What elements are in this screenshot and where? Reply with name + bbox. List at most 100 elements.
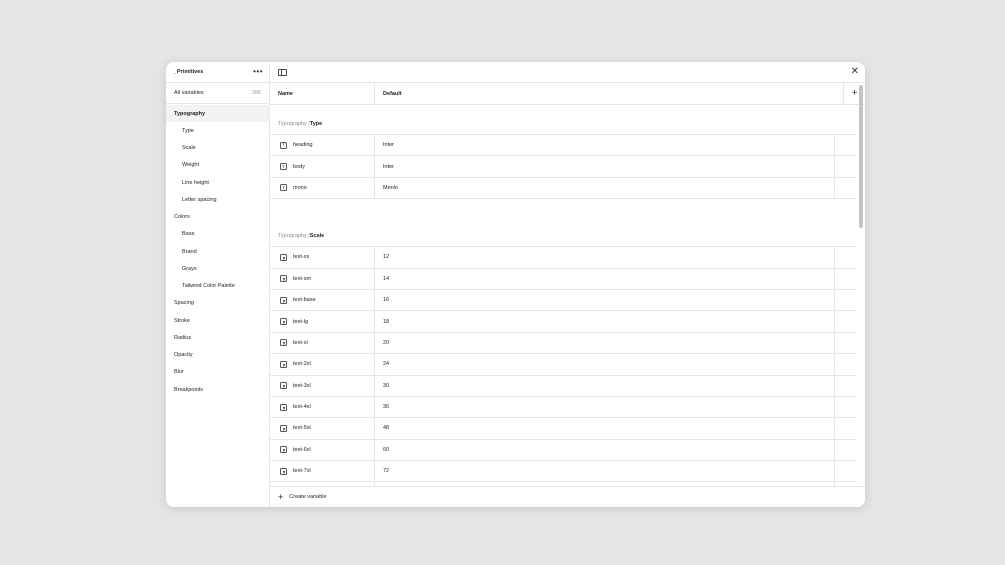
variable-row[interactable]: Theading Inter — [270, 135, 856, 157]
row-extra-cell — [835, 376, 856, 396]
variable-value-cell[interactable]: 18 — [375, 311, 835, 332]
variable-name-cell[interactable]: text-xs — [270, 247, 375, 268]
variables-modal: _Primitives ••• All variables 396 Typogr… — [166, 62, 865, 507]
plus-icon: + — [278, 491, 284, 502]
number-variable-icon — [280, 403, 287, 411]
variable-value-cell[interactable]: Menlo — [375, 177, 835, 199]
sidebar-toggle-icon[interactable] — [278, 68, 287, 76]
variable-name: text-xl — [293, 339, 308, 346]
sidebar-item-weight[interactable]: Weight — [166, 157, 269, 174]
group-heading: Typography / Type — [270, 105, 856, 135]
text-variable-icon: T — [280, 184, 287, 192]
variable-value-cell[interactable]: 16 — [375, 289, 835, 311]
row-extra-cell — [835, 311, 856, 331]
sidebar-item-stroke[interactable]: Stroke — [166, 312, 269, 329]
variable-row[interactable]: text-3xl 30 — [270, 375, 856, 397]
sidebar-item-colors[interactable]: Colors — [166, 209, 269, 226]
variable-value-cell[interactable]: 72 — [375, 461, 835, 482]
variable-name-cell[interactable]: text-xl — [270, 332, 375, 354]
create-variable-label: Create variable — [289, 494, 327, 500]
variable-name-cell[interactable]: text-2xl — [270, 354, 375, 375]
variable-name-cell[interactable]: text-7xl — [270, 461, 375, 482]
variable-name-cell[interactable]: Tmono — [270, 177, 375, 199]
sidebar-item-typography[interactable]: Typography — [166, 105, 269, 123]
variable-name: text-lg — [293, 318, 308, 325]
variable-name: text-2xl — [293, 361, 311, 368]
row-extra-cell — [835, 333, 856, 353]
variable-name: text-xs — [293, 254, 310, 261]
variable-value-cell[interactable]: 30 — [375, 375, 835, 396]
variable-name: mono — [293, 184, 307, 191]
sidebar-item-blur[interactable]: Blur — [166, 364, 269, 381]
variable-value-cell[interactable]: 12 — [375, 247, 835, 268]
variable-name-cell[interactable]: text-4xl — [270, 396, 375, 418]
variable-name: text-sm — [293, 275, 312, 282]
variable-row[interactable]: text-5xl 48 — [270, 418, 856, 440]
variable-row[interactable]: text-lg 18 — [270, 311, 856, 333]
sidebar-item-radius[interactable]: Radius — [166, 329, 269, 346]
sidebar-header: _Primitives ••• — [166, 62, 269, 83]
variable-row[interactable]: text-xs 12 — [270, 247, 856, 269]
collection-title: _Primitives — [174, 69, 204, 75]
text-variable-icon: T — [280, 141, 287, 149]
variable-name-cell[interactable]: text-lg — [270, 311, 375, 332]
variable-row[interactable]: text-sm 14 — [270, 268, 856, 290]
variable-row[interactable]: text-6xl 60 — [270, 439, 856, 462]
more-options-icon[interactable]: ••• — [251, 68, 265, 76]
sidebar-item-breakpoints[interactable]: Breakpoints — [166, 381, 269, 398]
variable-name-cell[interactable]: Theading — [270, 135, 375, 156]
variable-value-cell[interactable]: 14 — [375, 268, 835, 289]
group-path: Typography / — [278, 233, 310, 240]
variable-name-cell[interactable]: text-6xl — [270, 439, 375, 461]
group-list: Typography Type Scale Weight Line height Lett… — [166, 104, 269, 398]
variable-name-cell[interactable]: text-5xl — [270, 418, 375, 439]
collections-sidebar: _Primitives ••• All variables 396 Typogr… — [166, 62, 270, 507]
variable-row[interactable]: text-2xl 24 — [270, 354, 856, 376]
sidebar-item-scale[interactable]: Scale — [166, 140, 269, 157]
variable-row[interactable]: Tmono Menlo — [270, 177, 856, 200]
variable-name-cell[interactable]: text-3xl — [270, 375, 375, 396]
variable-value-cell[interactable]: Inter — [375, 135, 835, 156]
sidebar-item-grays[interactable]: Grays — [166, 260, 269, 277]
sidebar-item-spacing[interactable]: Spacing — [166, 295, 269, 312]
variable-row[interactable]: text-7xl 72 — [270, 461, 856, 483]
variable-name-cell[interactable]: text-sm — [270, 268, 375, 289]
row-extra-cell — [835, 440, 856, 460]
sidebar-item-line-height[interactable]: Line height — [166, 174, 269, 191]
sidebar-item-type[interactable]: Type — [166, 122, 269, 139]
variable-value-cell[interactable]: Inter — [375, 156, 835, 177]
variable-name-cell[interactable]: Tbody — [270, 156, 375, 177]
all-variables-item[interactable]: All variables 396 — [166, 83, 269, 104]
row-extra-cell — [835, 269, 856, 289]
add-mode-plus-icon[interactable]: + — [852, 88, 858, 99]
variable-value-cell[interactable]: 60 — [375, 439, 835, 461]
variable-row[interactable]: text-4xl 36 — [270, 396, 856, 419]
all-variables-count: 396 — [251, 90, 261, 96]
variable-value-cell[interactable]: 24 — [375, 354, 835, 375]
variable-value-cell[interactable]: 48 — [375, 418, 835, 439]
close-icon[interactable]: ✕ — [851, 67, 859, 77]
sidebar-item-base[interactable]: Base — [166, 226, 269, 243]
number-variable-icon — [280, 253, 287, 261]
variable-name-cell[interactable]: text-base — [270, 289, 375, 311]
variable-row[interactable]: Tbody Inter — [270, 156, 856, 178]
sidebar-item-brand[interactable]: Brand — [166, 243, 269, 260]
scrollbar-thumb[interactable] — [859, 85, 863, 228]
variable-row[interactable]: text-xl 20 — [270, 332, 856, 355]
row-extra-cell — [835, 461, 856, 481]
number-variable-icon — [280, 446, 287, 454]
variable-name: heading — [293, 142, 313, 149]
scrollbar — [859, 85, 863, 485]
sidebar-item-tailwind-color-palette[interactable]: Tailwind Color Palette — [166, 278, 269, 295]
number-variable-icon — [280, 339, 287, 347]
sidebar-item-letter-spacing[interactable]: Letter spacing — [166, 191, 269, 208]
variable-value-cell[interactable]: 36 — [375, 396, 835, 418]
sidebar-item-opacity[interactable]: Opacity — [166, 347, 269, 364]
group-name: Scale — [309, 233, 325, 240]
variable-value-cell[interactable]: 20 — [375, 332, 835, 354]
create-variable-button[interactable]: + Create variable — [270, 486, 865, 507]
row-extra-cell — [835, 178, 856, 198]
variable-name: text-6xl — [293, 446, 311, 453]
variable-row[interactable]: text-base 16 — [270, 289, 856, 312]
